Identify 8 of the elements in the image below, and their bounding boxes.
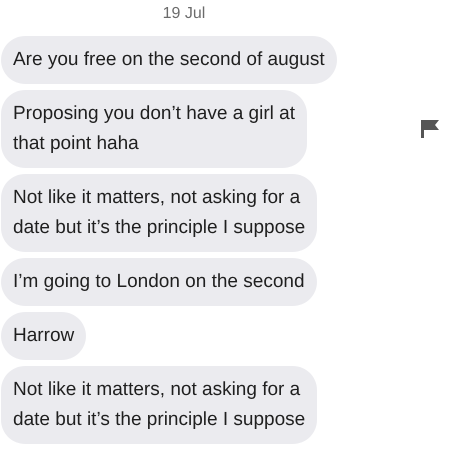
flag-icon[interactable]: [420, 119, 440, 139]
message-bubble: Not like it matters, not asking for a date but it’s the principle I suppose: [1, 174, 318, 252]
message-bubble: I’m going to London on the second: [1, 258, 317, 306]
message-bubble: Harrow: [1, 312, 86, 360]
message-bubble: Proposing you don’t have a girl at that point haha: [1, 90, 308, 168]
message-bubble: Are you free on the second of august: [1, 36, 337, 84]
message-bubble: Not like it matters, not asking for a date but it’s the principle I suppose: [1, 366, 318, 444]
date-divider: 19 Jul: [162, 4, 206, 24]
